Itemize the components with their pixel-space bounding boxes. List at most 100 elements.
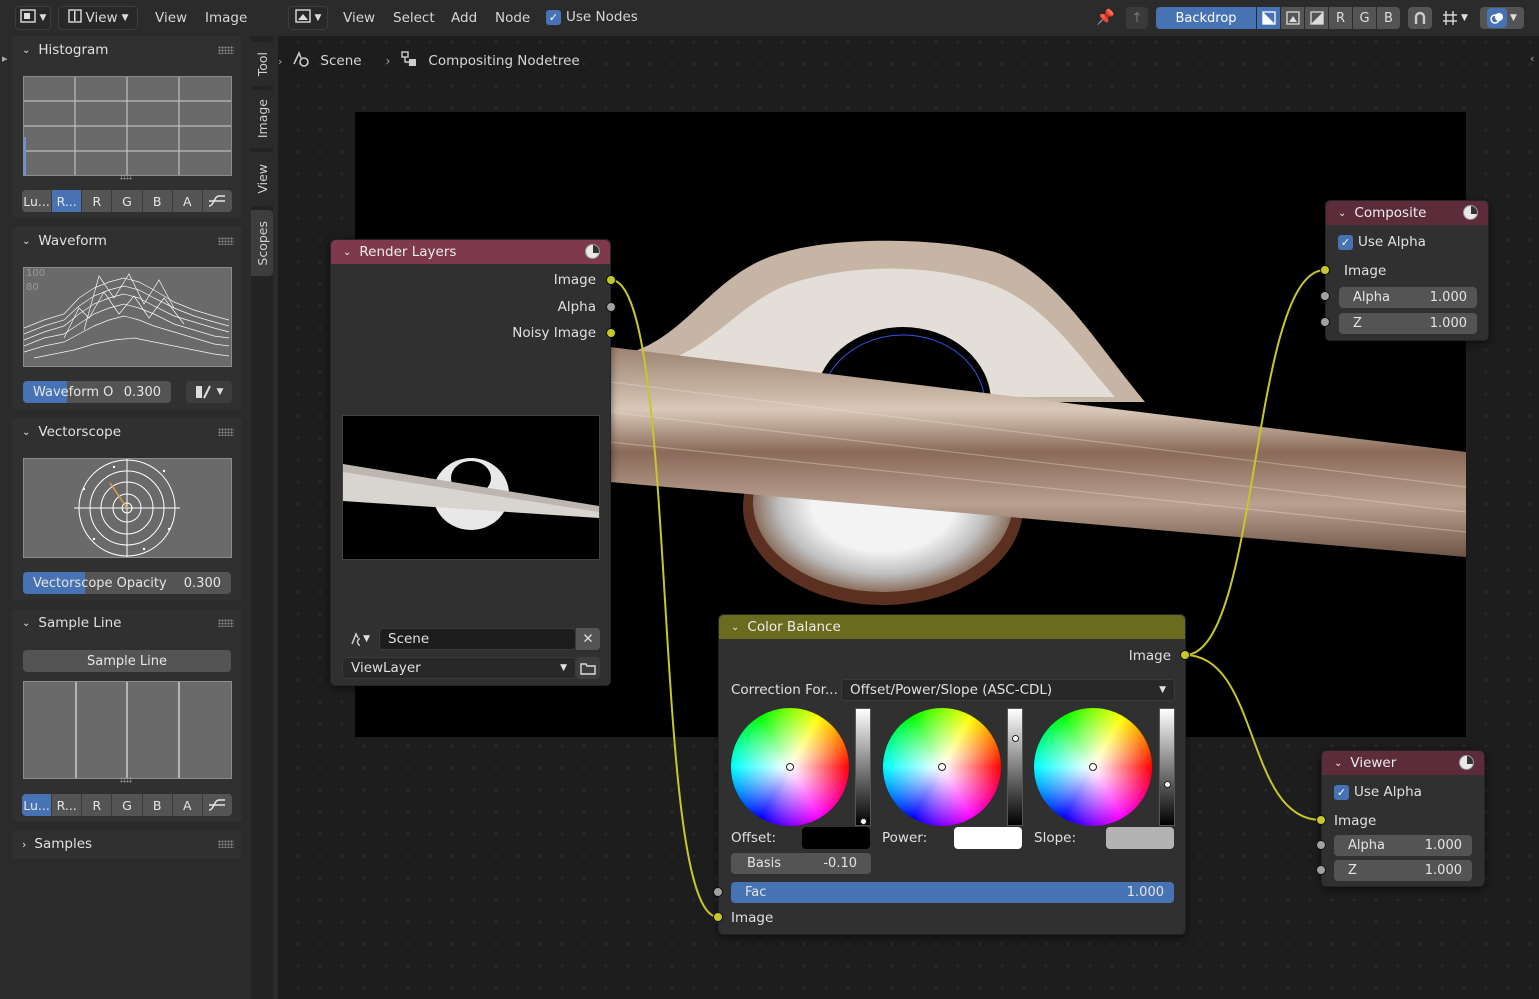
menu-view[interactable]: View [155, 10, 187, 26]
backdrop-channel-r[interactable]: R [1328, 7, 1352, 29]
backdrop-channel-b[interactable]: B [1376, 7, 1400, 29]
slope-wheel-cursor[interactable] [1089, 763, 1097, 771]
viewer-image-socket[interactable] [1316, 815, 1326, 825]
offset-value-knob[interactable] [860, 818, 867, 825]
chevron-right-icon[interactable]: ▸ [2, 52, 8, 65]
chevron-left-icon[interactable]: ‹ [1530, 52, 1534, 65]
node-preview-icon[interactable] [1459, 755, 1474, 770]
tab-tool[interactable]: Tool [251, 42, 273, 86]
slope-color-swatch[interactable] [1106, 827, 1174, 849]
resize-grip-icon[interactable] [120, 174, 132, 180]
use-nodes-toggle[interactable]: ✓ Use Nodes [546, 9, 638, 25]
breadcrumb-node-tree[interactable]: Compositing Nodetree [428, 53, 579, 69]
scene-selector-button[interactable]: ▼ [342, 628, 378, 650]
channel-r[interactable]: R [82, 794, 113, 816]
render-layers-node-header[interactable]: ⌄ Render Layers [331, 240, 610, 264]
backdrop-color-alpha-button[interactable] [1256, 7, 1280, 29]
power-value-knob[interactable] [1012, 735, 1019, 742]
channel-rgb[interactable]: R... [52, 794, 83, 816]
composite-image-socket[interactable] [1320, 265, 1330, 275]
breadcrumb-scene[interactable]: Scene [320, 53, 361, 69]
clear-scene-button[interactable]: ✕ [576, 628, 600, 650]
channel-rgb[interactable]: R... [52, 190, 83, 212]
histogram-display[interactable] [23, 76, 232, 176]
menu-select[interactable]: Select [393, 10, 435, 26]
sample-line-button[interactable]: Sample Line [23, 650, 231, 672]
channel-r[interactable]: R [82, 190, 113, 212]
viewer-z-socket[interactable] [1316, 865, 1326, 875]
backdrop-color-button[interactable] [1280, 7, 1304, 29]
power-color-swatch[interactable] [954, 827, 1022, 849]
offset-value-slider[interactable] [855, 708, 871, 826]
overlays-toggle[interactable] [1487, 8, 1508, 28]
sample-line-display[interactable] [23, 681, 232, 779]
chevron-right-icon[interactable]: › [278, 55, 282, 68]
vectorscope-display[interactable] [23, 458, 232, 558]
fac-slider[interactable]: Fac 1.000 [731, 882, 1174, 903]
slope-color-wheel[interactable] [1034, 708, 1152, 826]
curve-toggle-button[interactable] [202, 794, 232, 816]
color-balance-node-header[interactable]: ⌄ Color Balance [719, 615, 1185, 639]
render-layer-button[interactable] [576, 657, 600, 679]
menu-image[interactable]: Image [205, 10, 247, 26]
render-layers-noisy-image-socket[interactable] [606, 328, 616, 338]
viewer-alpha-field[interactable]: Alpha 1.000 [1334, 835, 1472, 856]
viewer-use-alpha-checkbox[interactable]: ✓ Use Alpha [1334, 784, 1422, 800]
drag-grip-icon[interactable] [218, 840, 234, 848]
node-preview-icon[interactable] [1463, 205, 1478, 220]
view-mode-dropdown[interactable]: View ▼ [58, 6, 138, 30]
composite-alpha-field[interactable]: Alpha 1.000 [1339, 287, 1477, 308]
power-value-slider[interactable] [1007, 708, 1023, 826]
channel-g[interactable]: G [112, 794, 143, 816]
editor-type-button[interactable]: ▼ [288, 6, 328, 30]
editor-type-button[interactable]: ▼ [15, 6, 51, 30]
waveform-display[interactable]: 100 80 [23, 267, 232, 367]
offset-color-swatch[interactable] [802, 827, 870, 849]
chevron-down-icon[interactable]: ⌄ [343, 247, 351, 258]
chevron-down-icon[interactable]: ⌄ [1334, 758, 1342, 769]
slope-value-slider[interactable] [1159, 708, 1175, 826]
sample-line-panel-header[interactable]: ⌄ Sample Line [12, 609, 242, 637]
pin-icon[interactable]: 📌 [1096, 8, 1115, 26]
channel-a[interactable]: A [172, 794, 203, 816]
view-layer-dropdown[interactable]: ViewLayer ▼ [342, 657, 576, 679]
tab-image[interactable]: Image [251, 90, 273, 148]
backdrop-alpha-button[interactable] [1304, 7, 1328, 29]
offset-wheel-cursor[interactable] [786, 763, 794, 771]
vectorscope-panel-header[interactable]: ⌄ Vectorscope [12, 418, 242, 446]
channel-a[interactable]: A [172, 190, 203, 212]
channel-b[interactable]: B [142, 190, 173, 212]
drag-grip-icon[interactable] [218, 428, 234, 436]
menu-view[interactable]: View [343, 10, 375, 26]
viewer-alpha-socket[interactable] [1316, 840, 1326, 850]
vectorscope-opacity-slider[interactable]: Vectorscope Opacity 0.300 [23, 572, 231, 594]
menu-node[interactable]: Node [495, 10, 530, 26]
histogram-panel-header[interactable]: ⌄ Histogram [12, 36, 242, 64]
render-layers-image-socket[interactable] [606, 275, 616, 285]
composite-use-alpha-checkbox[interactable]: ✓ Use Alpha [1338, 234, 1426, 250]
channel-g[interactable]: G [112, 190, 143, 212]
composite-node[interactable]: ⌄ Composite ✓ Use Alpha Image Alpha 1.00… [1325, 200, 1489, 341]
channel-luma[interactable]: Lu... [22, 794, 53, 816]
snap-toggle[interactable] [1408, 7, 1432, 29]
waveform-panel-header[interactable]: ⌄ Waveform [12, 227, 242, 255]
samples-panel-header[interactable]: › Samples [12, 830, 242, 858]
menu-add[interactable]: Add [451, 10, 477, 26]
chevron-down-icon[interactable]: ⌄ [1338, 208, 1346, 219]
render-layers-alpha-socket[interactable] [606, 302, 616, 312]
power-wheel-cursor[interactable] [938, 763, 946, 771]
waveform-opacity-slider[interactable]: Waveform O 0.300 [23, 381, 171, 403]
color-balance-fac-socket[interactable] [713, 887, 723, 897]
parent-node-tree-button[interactable]: ↑ [1126, 7, 1148, 29]
backdrop-channel-g[interactable]: G [1352, 7, 1376, 29]
tab-view[interactable]: View [251, 152, 273, 206]
correction-formula-dropdown[interactable]: Offset/Power/Slope (ASC-CDL) ▼ [841, 679, 1175, 701]
channel-b[interactable]: B [142, 794, 173, 816]
basis-field[interactable]: Basis -0.10 [731, 853, 871, 874]
color-balance-output-socket[interactable] [1180, 650, 1190, 660]
power-color-wheel[interactable] [883, 708, 1001, 826]
render-layers-node[interactable]: ⌄ Render Layers Image Alpha Noisy Image … [330, 239, 611, 686]
node-preview-icon[interactable] [585, 244, 600, 259]
tab-scopes[interactable]: Scopes [251, 210, 273, 276]
scene-field[interactable]: Scene [379, 628, 576, 650]
